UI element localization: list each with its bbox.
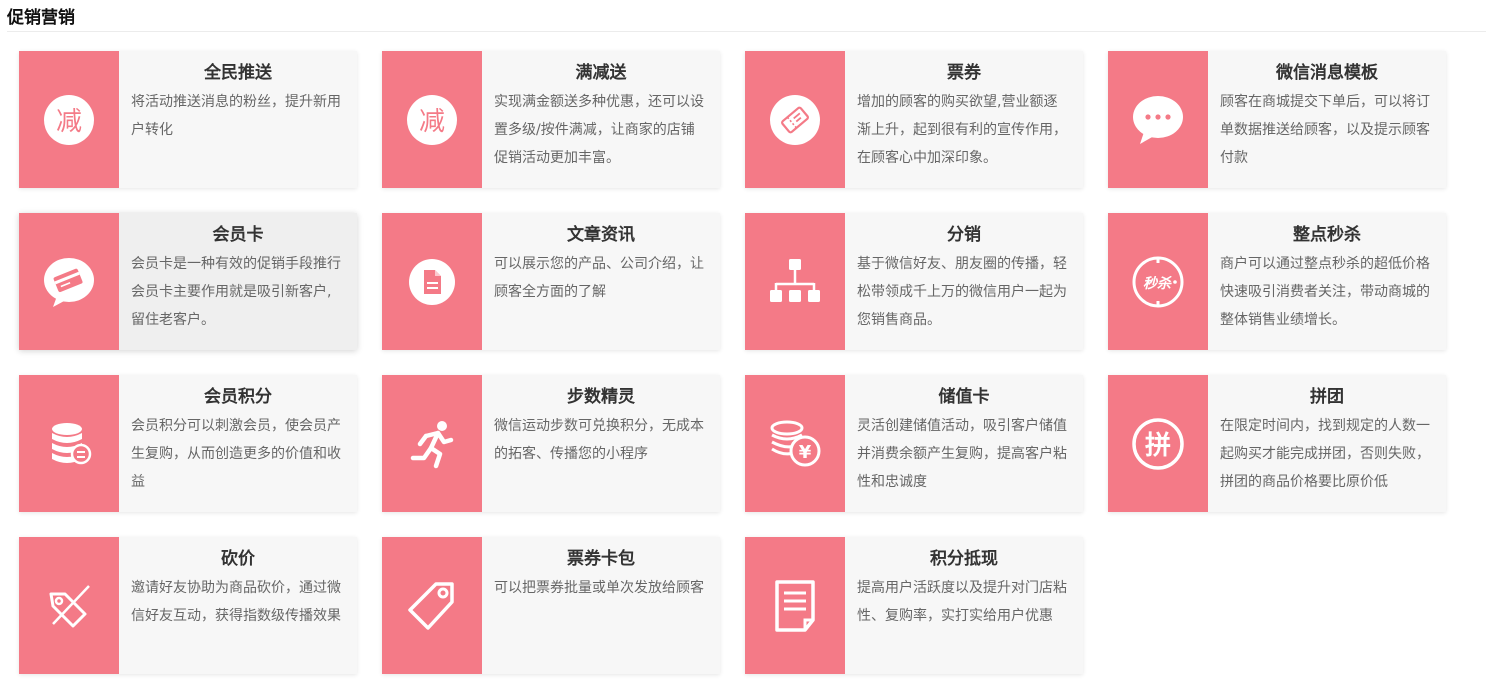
jian-badge-icon: 减 xyxy=(407,94,457,145)
card-quanmin-tuisong[interactable]: 减 全民推送 将活动推送消息的粉丝，提升新用户转化 xyxy=(19,51,357,188)
cut-price-tag-icon xyxy=(49,584,90,627)
card-description: 微信运动步数可兑换积分，无成本的拓客、传播您的小程序 xyxy=(494,418,704,462)
card-huiyuan-ka[interactable]: 会员卡 会员卡是一种有效的促销手段推行会员卡主要作用就是吸引新客户,留住老客户。 xyxy=(19,213,357,350)
card-title: 会员卡 xyxy=(212,225,264,245)
jian-badge-icon: 减 xyxy=(44,94,94,145)
card-pintuan[interactable]: 拼 拼团 在限定时间内，找到规定的人数一起购买才能完成拼团，否则失败，拼团的商品… xyxy=(1108,375,1446,512)
card-title: 分销 xyxy=(947,225,981,245)
coins-yen-icon: ¥ xyxy=(770,420,821,466)
card-bushu-jingling[interactable]: 步数精灵 微信运动步数可兑换积分，无成本的拓客、传播您的小程序 xyxy=(382,375,720,512)
chat-bubble-icon xyxy=(1133,95,1183,144)
card-description: 灵活创建储值活动，吸引客户储值并消费余额产生复购，提高客户粘性和忠诚度 xyxy=(857,418,1067,490)
member-card-icon xyxy=(44,257,94,307)
card-piaoquan-kabao[interactable]: 票券卡包 可以把票券批量或单次发放给顾客 xyxy=(382,537,720,674)
card-description: 商户可以通过整点秒杀的超低价格快速吸引消费者关注，带动商城的整体销售业绩增长。 xyxy=(1220,256,1430,328)
svg-text:减: 减 xyxy=(56,107,82,137)
hierarchy-icon xyxy=(770,258,820,302)
card-piaoquan[interactable]: 票券 增加的顾客的购买欲望,营业额逐渐上升，起到很有利的宣传作用，在顾客心中加深… xyxy=(745,51,1083,188)
card-weixin-xiaoxi-muban[interactable]: 微信消息模板 顾客在商城提交下单后，可以将订单数据推送给顾客，以及提示顾客付款 xyxy=(1108,51,1446,188)
ticket-icon xyxy=(770,94,820,145)
card-fenxiao[interactable]: 分销 基于微信好友、朋友圈的传播，轻松带领成千上万的微信用户一起为您销售商品。 xyxy=(745,213,1083,350)
card-chuzhi-ka[interactable]: ¥ 储值卡 灵活创建储值活动，吸引客户储值并消费余额产生复购，提高客户粘性和忠诚… xyxy=(745,375,1083,512)
card-title: 全民推送 xyxy=(204,63,272,83)
card-jifen-dixian[interactable]: 积分抵现 提高用户活跃度以及提升对门店粘性、复购率，实打实给用户优惠 xyxy=(745,537,1083,674)
card-description: 可以把票券批量或单次发放给顾客 xyxy=(494,580,704,596)
card-title: 砍价 xyxy=(221,549,255,569)
card-title: 整点秒杀 xyxy=(1293,225,1361,245)
card-title: 步数精灵 xyxy=(567,387,635,407)
svg-text:减: 减 xyxy=(419,107,445,137)
card-huiyuan-jifen[interactable]: 会员积分 会员积分可以刺激会员，使会员产生复购，从而创造更多的价值和收益 xyxy=(19,375,357,512)
card-description: 提高用户活跃度以及提升对门店粘性、复购率，实打实给用户优惠 xyxy=(857,580,1067,624)
card-title: 票券卡包 xyxy=(567,549,635,569)
card-description: 基于微信好友、朋友圈的传播，轻松带领成千上万的微信用户一起为您销售商品。 xyxy=(857,256,1067,328)
card-title: 文章资讯 xyxy=(567,225,635,245)
card-description: 邀请好友协助为商品砍价，通过微信好友互动，获得指数级传播效果 xyxy=(131,580,341,624)
card-title: 满减送 xyxy=(575,63,627,83)
svg-text:秒杀: 秒杀 xyxy=(1143,275,1172,292)
svg-text:拼: 拼 xyxy=(1145,431,1171,461)
title-divider xyxy=(7,31,1486,32)
card-title: 会员积分 xyxy=(204,387,272,407)
card-wenzhang-zixun[interactable]: 文章资讯 可以展示您的产品、公司介绍，让顾客全方面的了解 xyxy=(382,213,720,350)
card-title: 微信消息模板 xyxy=(1276,63,1378,83)
receipt-icon xyxy=(775,579,815,632)
card-description: 在限定时间内，找到规定的人数一起购买才能完成拼团，否则失败，拼团的商品价格要比原… xyxy=(1220,418,1430,490)
svg-text:¥: ¥ xyxy=(799,442,812,463)
card-manjian-song[interactable]: 减 满减送 实现满金额送多种优惠，还可以设置多级/按件满减，让商家的店铺促销活动… xyxy=(382,51,720,188)
tag-icon xyxy=(408,581,454,630)
card-description: 将活动推送消息的粉丝，提升新用户转化 xyxy=(131,94,341,138)
card-title: 积分抵现 xyxy=(930,549,998,569)
card-title: 储值卡 xyxy=(938,387,990,407)
card-kanjia[interactable]: 砍价 邀请好友协助为商品砍价，通过微信好友互动，获得指数级传播效果 xyxy=(19,537,357,674)
flash-sale-icon: 秒杀 xyxy=(1132,256,1184,307)
card-zhengdian-miaosha[interactable]: 秒杀 整点秒杀 商户可以通过整点秒杀的超低价格快速吸引消费者关注，带动商城的整体… xyxy=(1108,213,1446,350)
database-icon xyxy=(52,422,92,464)
card-description: 增加的顾客的购买欲望,营业额逐渐上升，起到很有利的宣传作用，在顾客心中加深印象。 xyxy=(857,94,1067,166)
pin-badge-icon: 拼 xyxy=(1132,417,1184,470)
feature-grid: 减 全民推送 将活动推送消息的粉丝，提升新用户转化 减 满减送 实现满金额送多种… xyxy=(19,51,1446,674)
runner-icon xyxy=(410,420,454,468)
document-icon xyxy=(409,258,455,305)
card-title: 票券 xyxy=(947,63,981,83)
card-description: 会员积分可以刺激会员，使会员产生复购，从而创造更多的价值和收益 xyxy=(131,418,341,490)
card-description: 顾客在商城提交下单后，可以将订单数据推送给顾客，以及提示顾客付款 xyxy=(1220,94,1430,166)
card-description: 实现满金额送多种优惠，还可以设置多级/按件满减，让商家的店铺促销活动更加丰富。 xyxy=(494,94,704,166)
card-description: 会员卡是一种有效的促销手段推行会员卡主要作用就是吸引新客户,留住老客户。 xyxy=(131,256,341,328)
card-description: 可以展示您的产品、公司介绍，让顾客全方面的了解 xyxy=(494,256,704,300)
section-title: 促销营销 xyxy=(7,8,75,28)
card-title: 拼团 xyxy=(1310,387,1344,407)
